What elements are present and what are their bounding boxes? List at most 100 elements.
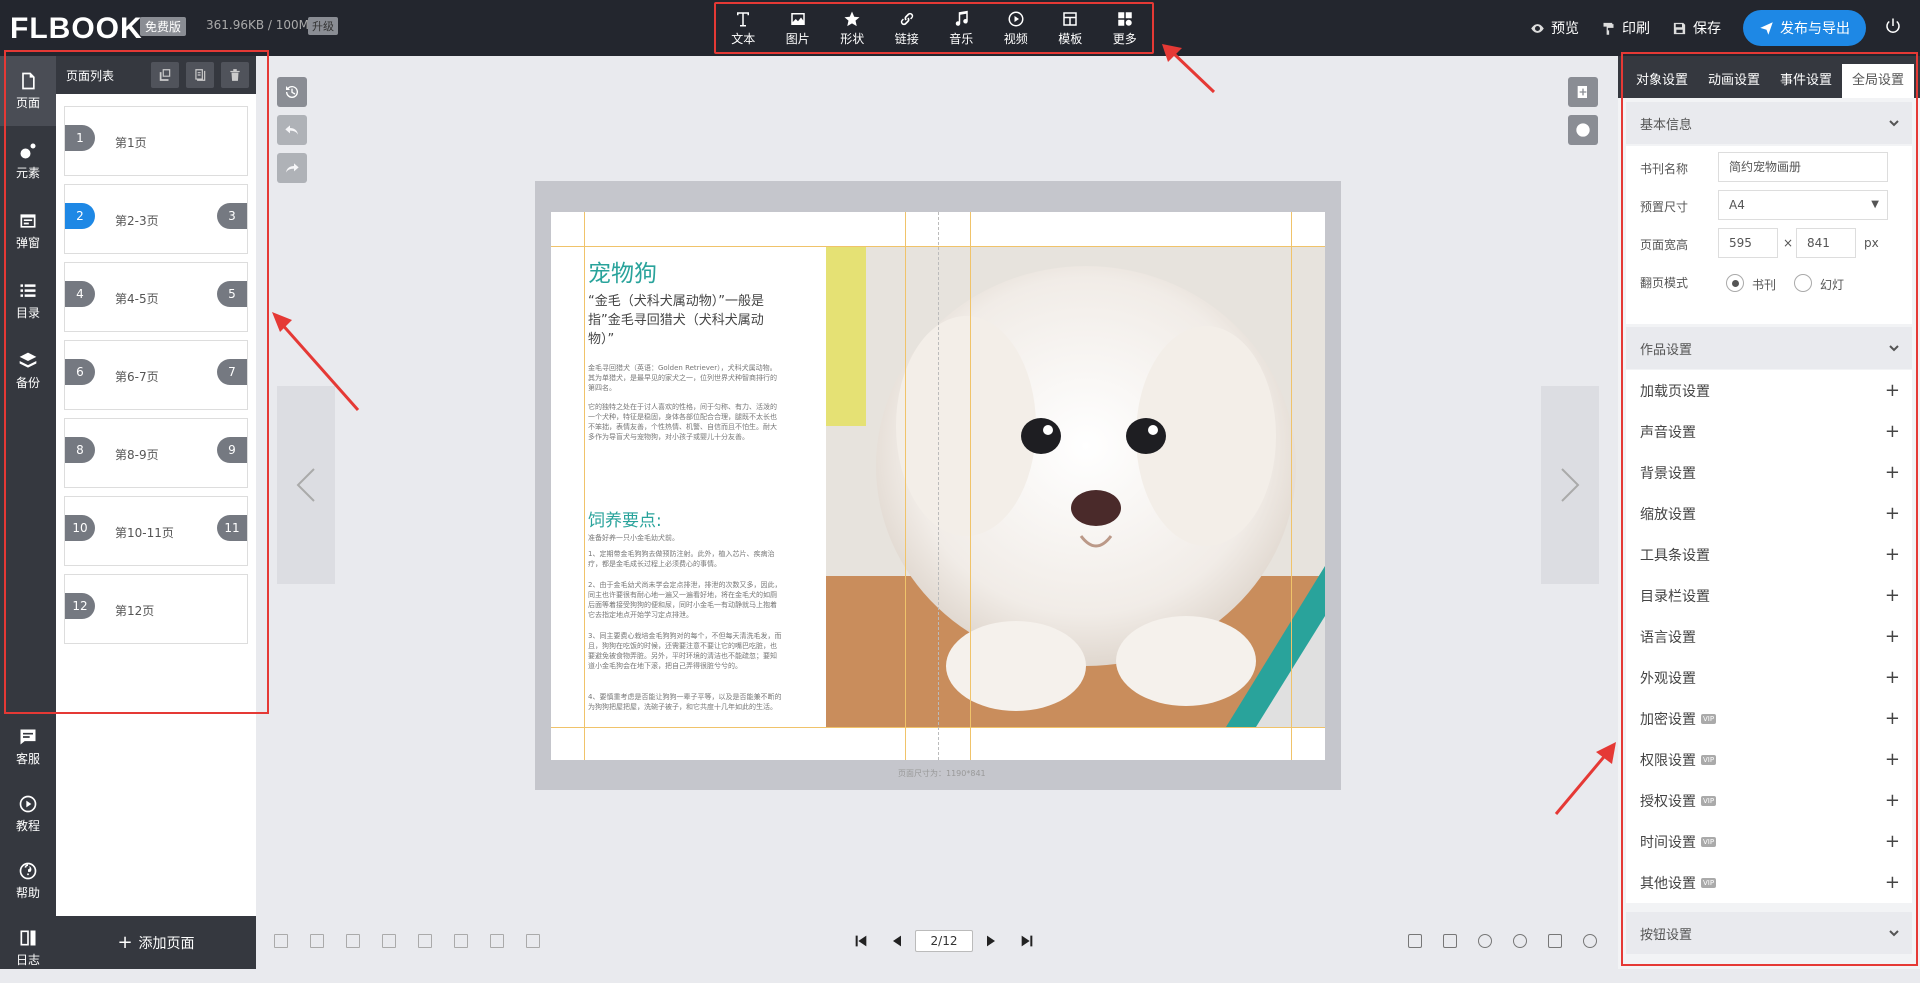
zoom-out-icon[interactable] (1513, 934, 1527, 948)
settings-row[interactable]: 权限设置 VIP + (1626, 739, 1912, 780)
book-paragraph-1[interactable]: 金毛寻回猎犬（英语：Golden Retriever），犬科犬属动物。其为单猎犬… (588, 363, 783, 393)
tab-animation-settings[interactable]: 动画设置 (1698, 64, 1770, 98)
page-number-input[interactable]: 2/12 (915, 930, 973, 952)
prev-page-arrow[interactable] (277, 386, 335, 584)
settings-row[interactable]: 声音设置 + (1626, 411, 1912, 452)
first-page-icon[interactable] (853, 933, 869, 949)
add-page-button[interactable]: + 添加页面 (56, 916, 256, 969)
plus-icon[interactable]: + (1885, 421, 1900, 442)
tool-music[interactable]: 音乐 (934, 4, 988, 52)
nav-help[interactable]: 帮助 (0, 846, 56, 916)
duplicate-page-button[interactable] (186, 62, 214, 88)
nav-elements[interactable]: 元素 (0, 126, 56, 196)
plus-icon[interactable]: + (1885, 749, 1900, 770)
next-page-arrow[interactable] (1541, 386, 1599, 584)
tool-more[interactable]: 更多 (1098, 4, 1152, 52)
settings-row[interactable]: 工具条设置 + (1626, 534, 1912, 575)
tab-object-settings[interactable]: 对象设置 (1626, 64, 1698, 98)
settings-row[interactable]: 外观设置 + (1626, 657, 1912, 698)
book-heading-care[interactable]: 饲养要点: (588, 506, 662, 531)
settings-row[interactable]: 加载页设置 + (1626, 370, 1912, 411)
undo-button[interactable] (277, 115, 307, 145)
settings-row[interactable]: 其他设置 VIP + (1626, 862, 1912, 903)
page-thumb-2-3[interactable]: 2 第2-3页 3 (64, 184, 248, 254)
fit-icon[interactable] (1548, 934, 1562, 948)
settings-row[interactable]: 加密设置 VIP + (1626, 698, 1912, 739)
plus-icon[interactable]: + (1885, 872, 1900, 893)
plus-icon[interactable]: + (1885, 831, 1900, 852)
save-button[interactable]: 保存 (1672, 18, 1721, 38)
plus-icon[interactable]: + (1885, 380, 1900, 401)
preview-button[interactable]: 预览 (1530, 18, 1579, 38)
tab-global-settings[interactable]: 全局设置 (1842, 64, 1915, 98)
preset-size-select[interactable]: A4 ▼ (1718, 190, 1888, 220)
nav-log[interactable]: 日志 (0, 913, 56, 983)
align-center-v-icon[interactable] (454, 934, 468, 948)
nav-pages[interactable]: 页面 (0, 56, 56, 126)
align-left-icon[interactable] (274, 934, 288, 948)
tool-image[interactable]: 图片 (771, 4, 825, 52)
delete-page-button[interactable] (221, 62, 249, 88)
plus-icon[interactable]: + (1885, 544, 1900, 565)
page-thumb-10-11[interactable]: 10 第10-11页 11 (64, 496, 248, 566)
nav-support[interactable]: 客服 (0, 712, 56, 782)
publish-export-button[interactable]: 发布与导出 (1743, 10, 1866, 46)
history-button[interactable] (277, 77, 307, 107)
flbook-logo[interactable]: FLBOOK® (10, 12, 151, 46)
nav-popup[interactable]: 弹窗 (0, 196, 56, 266)
add-page-right-button[interactable] (1568, 77, 1598, 107)
book-paragraph-5[interactable]: 2、由于金毛幼犬尚未学会定点排泄，排泄的次数又多，因此，同主也许要很有耐心地一遍… (588, 580, 783, 620)
nav-backup[interactable]: 备份 (0, 336, 56, 406)
book-paragraph-6[interactable]: 3、同主要费心栽培金毛狗狗对的每个，不但每天清洗毛发，而且，狗狗在吃饭的时候，还… (588, 631, 783, 671)
tool-shape[interactable]: 形状 (825, 4, 879, 52)
upgrade-button[interactable]: 升级 (308, 17, 338, 35)
print-button[interactable]: 印刷 (1601, 18, 1650, 38)
nav-tutorial[interactable]: 教程 (0, 779, 56, 849)
next-page-icon[interactable] (983, 933, 999, 949)
distribute-v-icon[interactable] (526, 934, 540, 948)
plus-icon[interactable]: + (1885, 626, 1900, 647)
tool-template[interactable]: 模板 (1043, 4, 1097, 52)
flip-mode-book-radio[interactable] (1726, 274, 1744, 292)
tool-text[interactable]: 文本 (716, 4, 770, 52)
section-button-settings[interactable]: 按钮设置 (1626, 912, 1912, 954)
plus-icon[interactable]: + (1885, 667, 1900, 688)
plus-icon[interactable]: + (1885, 708, 1900, 729)
plus-icon[interactable]: + (1885, 790, 1900, 811)
book-paragraph-4[interactable]: 1、定期带金毛狗狗去做预防注射。此外，植入芯片、疾病治疗，都是金毛成长过程上必须… (588, 549, 783, 569)
puppy-photo[interactable] (826, 246, 1325, 727)
prev-page-icon[interactable] (889, 933, 905, 949)
section-basic-info[interactable]: 基本信息 (1626, 102, 1912, 144)
copy-page-button[interactable] (151, 62, 179, 88)
align-bottom-icon[interactable] (382, 934, 396, 948)
page-thumb-1[interactable]: 1 第1页 (64, 106, 248, 176)
align-right-icon[interactable] (310, 934, 324, 948)
page-thumb-6-7[interactable]: 6 第6-7页 7 (64, 340, 248, 410)
page-width-input[interactable]: 595 (1718, 228, 1778, 258)
book-subtitle[interactable]: “金毛（犬科犬属动物）”一般是指”金毛寻回猎犬（犬科犬属动物）” (588, 292, 783, 349)
section-works-settings[interactable]: 作品设置 (1626, 327, 1912, 369)
avatar-icon[interactable] (1583, 934, 1597, 948)
settings-row[interactable]: 语言设置 + (1626, 616, 1912, 657)
single-page-icon[interactable] (1408, 934, 1422, 948)
nav-toc[interactable]: 目录 (0, 266, 56, 336)
book-paragraph-7[interactable]: 4、要慎重考虑是否能让狗狗一辈子平等，以及是否能兼不断的为狗狗把屋把屋，洗碗子被… (588, 692, 783, 712)
play-preview-button[interactable] (1568, 115, 1598, 145)
tab-event-settings[interactable]: 事件设置 (1770, 64, 1842, 98)
double-page-icon[interactable] (1443, 934, 1457, 948)
distribute-h-icon[interactable] (490, 934, 504, 948)
settings-row[interactable]: 背景设置 + (1626, 452, 1912, 493)
last-page-icon[interactable] (1019, 933, 1035, 949)
plus-icon[interactable]: + (1885, 503, 1900, 524)
power-button[interactable] (1884, 17, 1920, 39)
flip-mode-slide-radio[interactable] (1794, 274, 1812, 292)
settings-row[interactable]: 目录栏设置 + (1626, 575, 1912, 616)
book-name-input[interactable]: 简约宠物画册 (1718, 152, 1888, 182)
settings-row[interactable]: 时间设置 VIP + (1626, 821, 1912, 862)
book-paragraph-2[interactable]: 它的独特之处在于讨人喜欢的性格，间于匀称、有力、活泼的一个犬种，特征是稳固，身体… (588, 402, 783, 442)
zoom-in-icon[interactable] (1478, 934, 1492, 948)
align-center-h-icon[interactable] (418, 934, 432, 948)
settings-row[interactable]: 缩放设置 + (1626, 493, 1912, 534)
tool-link[interactable]: 链接 (880, 4, 934, 52)
book-paragraph-3[interactable]: 准备好养一只小金毛幼犬前。 (588, 533, 783, 543)
